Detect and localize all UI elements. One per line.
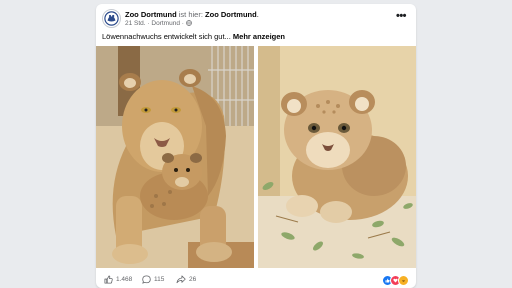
- share-count[interactable]: 26: [176, 275, 196, 284]
- connector-text: ist hier:: [178, 10, 203, 19]
- post-text: Löwennachwuchs entwickelt sich gut... Me…: [102, 32, 285, 41]
- meta-separator: ·: [147, 20, 150, 27]
- zoo-logo-icon: [103, 10, 120, 27]
- more-options-button[interactable]: •••: [394, 10, 408, 22]
- meta-separator-2: ·: [181, 20, 184, 27]
- location-link[interactable]: Zoo Dortmund: [205, 10, 257, 19]
- zoo-dortmund-avatar[interactable]: [102, 9, 121, 28]
- comment-count-value: 115: [154, 276, 165, 283]
- globe-icon: [185, 20, 192, 26]
- ellipsis-icon: •••: [395, 10, 407, 22]
- share-count-value: 26: [189, 276, 197, 283]
- post-footer: 1.468 115 26: [96, 272, 416, 288]
- thumbs-up-icon: [104, 275, 113, 284]
- facebook-post-card: Zoo Dortmund ist hier: Zoo Dortmund. 21 …: [96, 4, 416, 288]
- post-header: Zoo Dortmund ist hier: Zoo Dortmund.: [125, 10, 259, 19]
- lioness-with-cub-photo[interactable]: [96, 46, 254, 268]
- comment-icon: [142, 275, 151, 284]
- post-timestamp[interactable]: 21 Std.: [125, 20, 146, 27]
- like-count-value: 1.468: [116, 276, 133, 283]
- post-body-text: Löwennachwuchs entwickelt sich gut...: [102, 32, 231, 41]
- header-period: .: [256, 10, 259, 19]
- lion-cub-photo[interactable]: [258, 46, 416, 268]
- page-name-link[interactable]: Zoo Dortmund: [125, 10, 177, 19]
- post-meta: 21 Std. · Dortmund ·: [125, 20, 192, 27]
- comment-count[interactable]: 115: [142, 275, 164, 284]
- show-more-link[interactable]: Mehr anzeigen: [233, 32, 285, 41]
- haha-reaction-icon: [398, 275, 409, 286]
- share-icon: [176, 275, 186, 284]
- like-count[interactable]: 1.468: [104, 275, 132, 284]
- reaction-summary[interactable]: [382, 275, 409, 286]
- photo-grid: [96, 46, 416, 271]
- post-location-meta[interactable]: Dortmund: [151, 20, 180, 27]
